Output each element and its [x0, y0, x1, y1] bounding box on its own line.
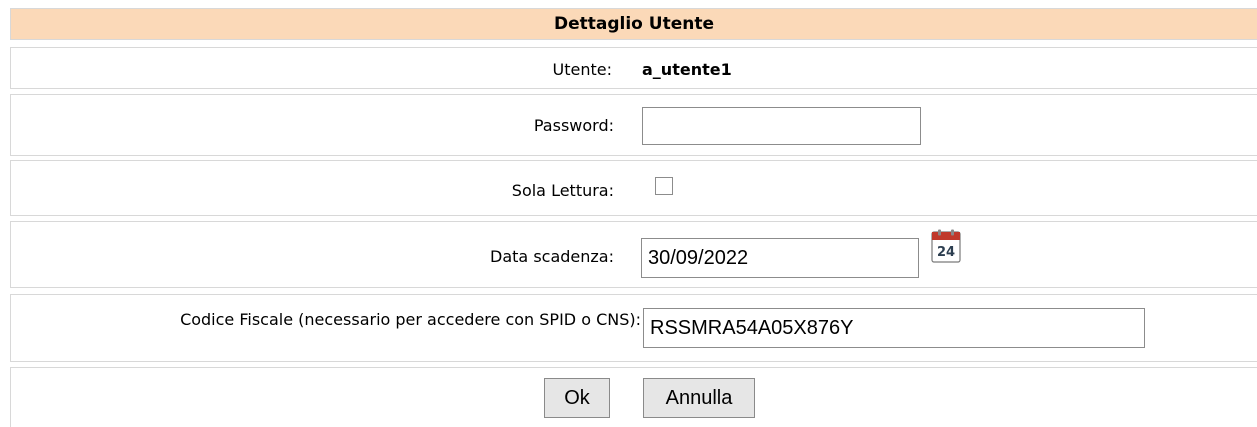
user-detail-panel: Dettaglio Utente — [10, 8, 1257, 40]
fiscal-code-label: Codice Fiscale (necessario per accedere … — [180, 310, 641, 329]
read-only-label: Sola Lettura: — [511, 181, 614, 200]
password-row: Password: — [10, 94, 1257, 156]
expiry-row: Data scadenza: 24 — [10, 221, 1257, 288]
ok-button[interactable]: Ok — [544, 378, 610, 418]
password-label: Password: — [533, 116, 614, 135]
fiscal-code-row: Codice Fiscale (necessario per accedere … — [10, 294, 1257, 362]
calendar-day-text: 24 — [937, 245, 955, 260]
fiscal-code-input[interactable] — [643, 308, 1145, 348]
password-input[interactable] — [642, 107, 921, 145]
user-value: a_utente1 — [642, 60, 732, 79]
expiry-date-input[interactable] — [641, 238, 919, 278]
cancel-button[interactable]: Annulla — [643, 378, 755, 418]
read-only-checkbox[interactable] — [655, 177, 673, 195]
buttons-row: Ok Annulla — [10, 367, 1257, 427]
panel-title: Dettaglio Utente — [10, 8, 1257, 40]
user-label: Utente: — [552, 60, 612, 79]
calendar-icon[interactable]: 24 — [931, 229, 961, 263]
read-only-row: Sola Lettura: — [10, 160, 1257, 216]
user-row: Utente: a_utente1 — [10, 47, 1257, 89]
expiry-label: Data scadenza: — [490, 247, 614, 266]
